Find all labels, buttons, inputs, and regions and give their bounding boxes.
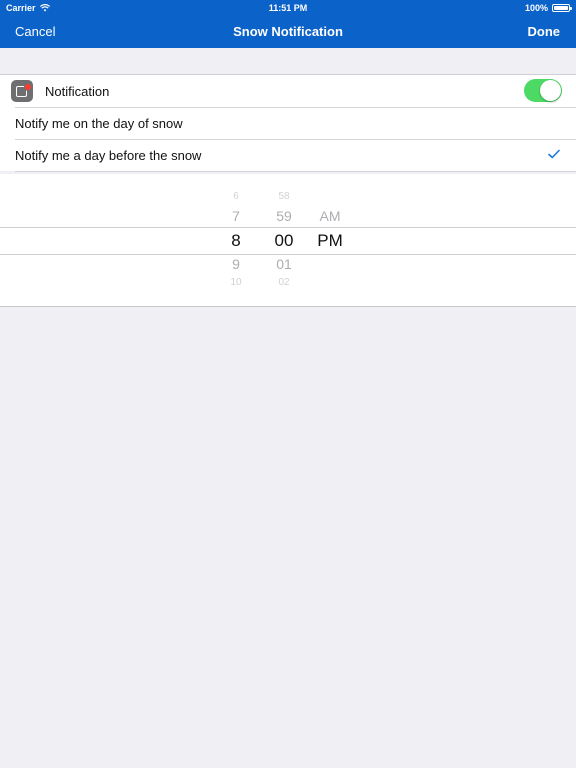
hour-far-below: 10: [230, 277, 242, 288]
minute-far-above: 58: [278, 191, 290, 202]
hour-wheel[interactable]: 6 7 8 9 10: [216, 174, 256, 306]
done-button[interactable]: Done: [528, 24, 561, 39]
time-picker: 6 7 8 9 10 58 59 00 01 02 AM PM: [0, 174, 576, 307]
notification-app-icon: [11, 80, 33, 102]
option-row-day-of[interactable]: Notify me on the day of snow: [0, 107, 576, 139]
hour-selected: 8: [231, 231, 241, 250]
notification-toggle[interactable]: [524, 79, 562, 102]
minute-selected: 00: [274, 231, 294, 250]
checkmark-icon: [548, 149, 560, 159]
status-time: 11:51 PM: [268, 3, 308, 13]
notification-label: Notification: [45, 84, 110, 99]
period-selected: PM: [317, 231, 343, 250]
minute-above: 59: [276, 208, 292, 224]
option-label: Notify me on the day of snow: [15, 116, 183, 131]
toggle-knob: [540, 80, 561, 101]
page-title: Snow Notification: [233, 24, 343, 39]
hour-above: 7: [232, 208, 240, 224]
minute-far-below: 02: [278, 277, 290, 288]
snow-notification-screen: Carrier 11:51 PM 100% Cancel Snow Notifi…: [0, 0, 576, 768]
notification-row: Notification: [0, 75, 576, 107]
status-battery: 100%: [524, 3, 572, 13]
hour-far-above: 6: [233, 191, 239, 202]
cancel-button[interactable]: Cancel: [15, 24, 55, 39]
period-above: AM: [319, 208, 341, 224]
settings-table: Notification Notify me on the day of sno…: [0, 74, 576, 172]
hour-below: 9: [232, 256, 240, 272]
option-label: Notify me a day before the snow: [15, 148, 202, 163]
nav-bar: Cancel Snow Notification Done: [0, 16, 576, 48]
battery-icon: [552, 4, 572, 12]
top-bar: Carrier 11:51 PM 100% Cancel Snow Notifi…: [0, 0, 576, 48]
status-bar: Carrier 11:51 PM 100%: [0, 0, 576, 16]
option-row-day-before[interactable]: Notify me a day before the snow: [0, 139, 576, 171]
minute-wheel[interactable]: 58 59 00 01 02: [264, 174, 304, 306]
battery-percent: 100%: [524, 3, 548, 13]
minute-below: 01: [276, 256, 292, 272]
period-wheel[interactable]: AM PM: [310, 174, 350, 306]
